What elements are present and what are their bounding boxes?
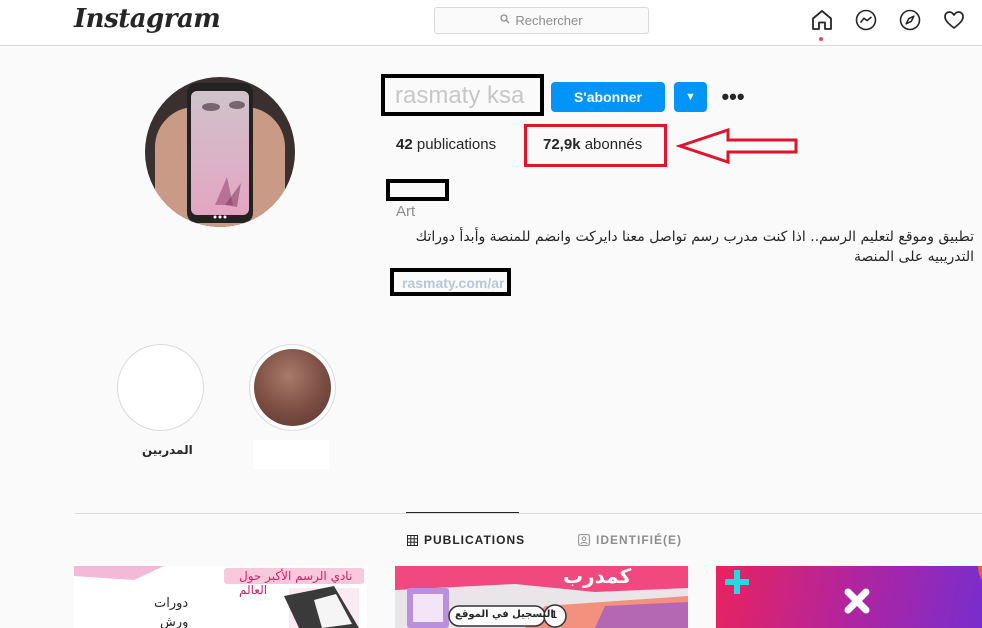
highlight-cover [122, 349, 199, 426]
followers-count-stat[interactable]: 72,9k abonnés [543, 136, 642, 153]
followers-count: 72,9k [543, 136, 581, 153]
avatar-illustration [202, 101, 245, 219]
posts-count: 42 [396, 136, 413, 153]
heart-icon[interactable] [942, 8, 966, 32]
more-options-icon[interactable]: ••• [720, 85, 746, 109]
profile-avatar[interactable] [145, 77, 295, 227]
tab-publications-label: PUBLICATIONS [424, 533, 526, 547]
followers-label: abonnés [584, 136, 643, 153]
profile-website-link[interactable]: rasmaty.com/ar [402, 275, 504, 291]
search-input[interactable]: Rechercher [434, 7, 649, 34]
post-headline: كمدرب [563, 566, 632, 588]
username-redaction-box: rasmaty ksa [381, 74, 544, 116]
post-graphic [725, 566, 982, 614]
fullname-redaction-box [386, 179, 449, 201]
suggestions-dropdown-button[interactable]: ▼ [674, 82, 707, 112]
post-thumbnail[interactable]: كمدرب التسجيل في الموقع 1 [395, 566, 688, 628]
post-line: ورش [160, 615, 189, 628]
profile-category: Art [396, 203, 416, 220]
tag-user-icon [578, 534, 590, 546]
instagram-logo[interactable]: Instagram [74, 4, 221, 34]
highlight-label-redaction [253, 440, 329, 469]
tab-publications[interactable]: PUBLICATIONS [407, 533, 525, 547]
nav-icons [810, 8, 966, 41]
explore-icon[interactable] [898, 8, 922, 32]
notification-dot [819, 37, 823, 41]
story-highlight[interactable] [249, 344, 336, 431]
follow-button[interactable]: S'abonner [551, 82, 665, 112]
tabs-divider [75, 513, 982, 514]
active-tab-indicator [406, 512, 519, 513]
post-headline: نادي الرسم الأكبر حول العالم [239, 569, 353, 597]
home-icon[interactable] [810, 8, 834, 41]
story-highlight[interactable] [117, 344, 204, 431]
highlight-cover [254, 349, 331, 426]
post-step-label: التسجيل في الموقع [455, 609, 554, 620]
search-placeholder: Rechercher [515, 13, 583, 28]
post-line: دورات [154, 596, 189, 611]
post-thumbnail[interactable] [716, 566, 982, 628]
post-step-number: 1 [551, 609, 558, 621]
profile-username: rasmaty ksa [395, 82, 525, 109]
grid-icon [407, 534, 418, 546]
posts-count-stat: 42 publications [396, 136, 496, 153]
annotation-arrow-icon [676, 128, 798, 164]
website-link-redaction-box: rasmaty.com/ar [390, 268, 511, 296]
post-thumbnail[interactable]: نادي الرسم الأكبر حول العالم دورات ورش [74, 566, 367, 628]
profile-bio: تطبيق وموقع لتعليم الرسم.. اذا كنت مدرب … [415, 229, 974, 265]
posts-label: publications [416, 136, 497, 153]
tab-tagged[interactable]: IDENTIFIÉ(E) [578, 533, 682, 547]
top-navigation: Instagram Rechercher [0, 0, 982, 46]
caret-down-icon: ▼ [685, 91, 696, 103]
messenger-icon[interactable] [854, 8, 878, 32]
highlight-label: المدربين [142, 443, 193, 457]
search-icon [500, 14, 510, 27]
tab-tagged-label: IDENTIFIÉ(E) [596, 533, 682, 547]
